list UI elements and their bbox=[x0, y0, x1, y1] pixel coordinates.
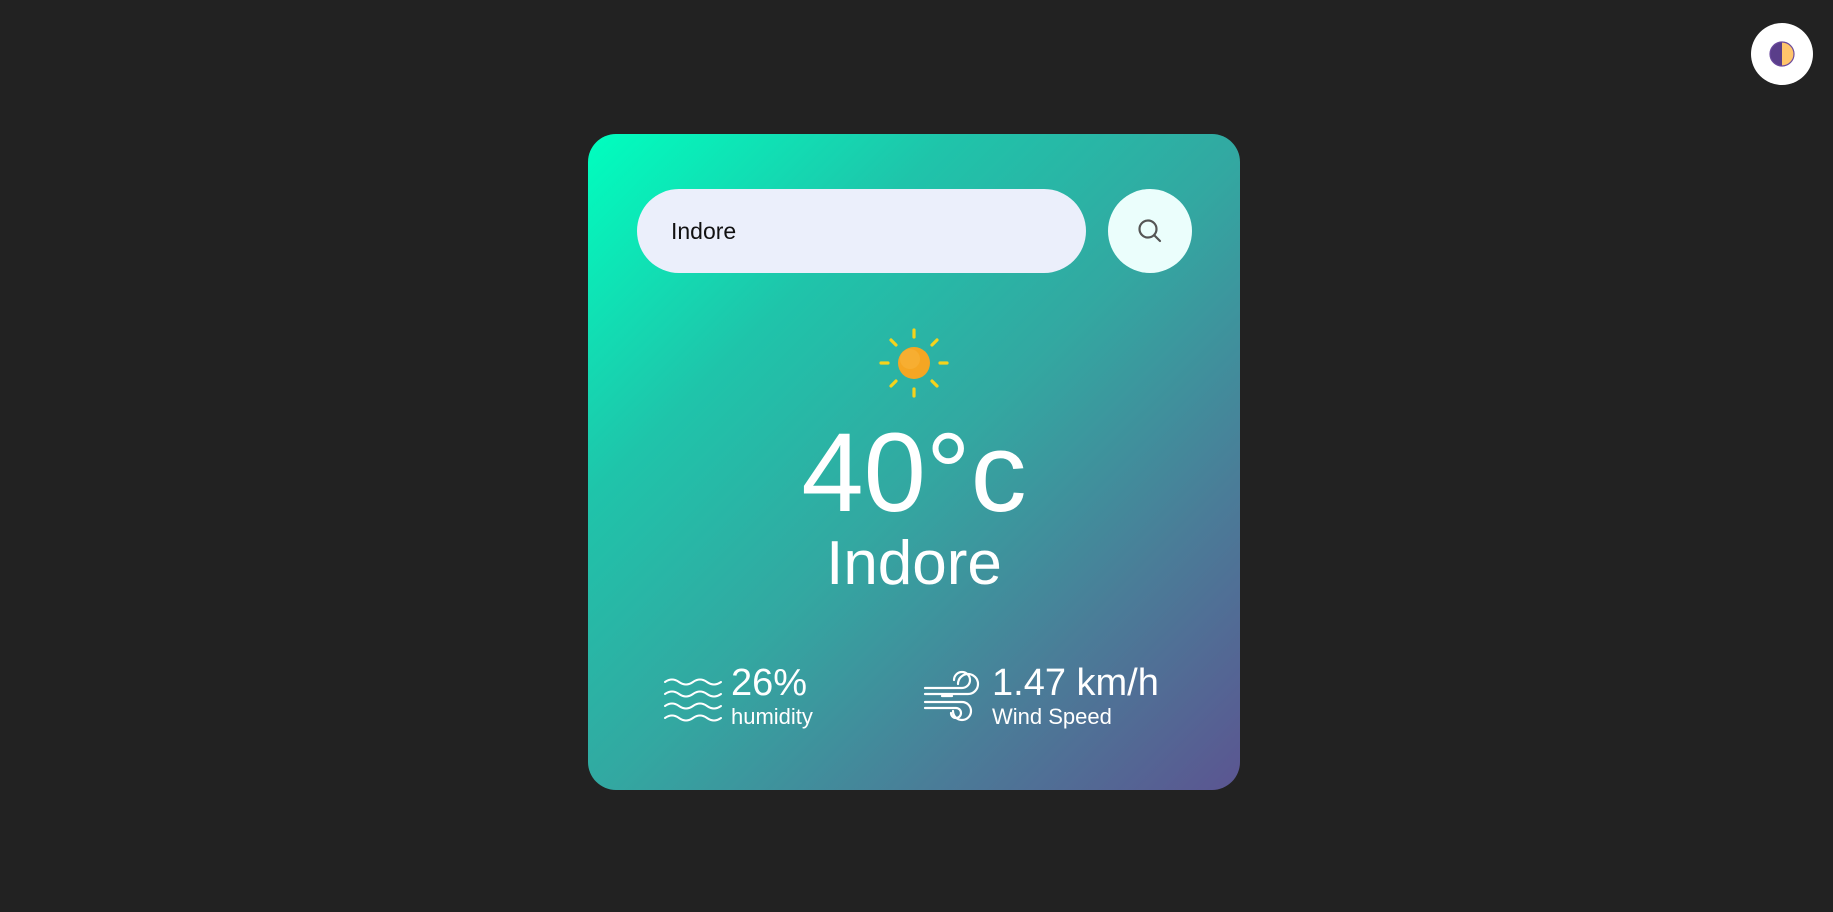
theme-toggle-button[interactable] bbox=[1751, 23, 1813, 85]
city-name: Indore bbox=[826, 529, 1002, 598]
humidity-value: 26% bbox=[731, 662, 808, 704]
wind-speed-label: Wind Speed bbox=[992, 703, 1112, 729]
weather-card: 40°c Indore 26% humidity bbox=[588, 134, 1240, 790]
humidity-section: 26% humidity bbox=[661, 662, 813, 730]
humidity-label: humidity bbox=[731, 703, 813, 729]
wind-icon bbox=[923, 671, 980, 722]
search-button[interactable] bbox=[1108, 189, 1192, 273]
temperature: 40°c bbox=[801, 410, 1027, 535]
search-input[interactable] bbox=[637, 189, 1086, 273]
water-waves-icon bbox=[664, 678, 722, 722]
wind-section: 1.47 km/h Wind Speed bbox=[922, 662, 1159, 730]
wind-speed-value: 1.47 km/h bbox=[992, 662, 1159, 704]
sun-icon bbox=[879, 328, 949, 398]
half-moon-contrast-icon bbox=[1769, 41, 1795, 67]
search-icon bbox=[1138, 219, 1162, 243]
